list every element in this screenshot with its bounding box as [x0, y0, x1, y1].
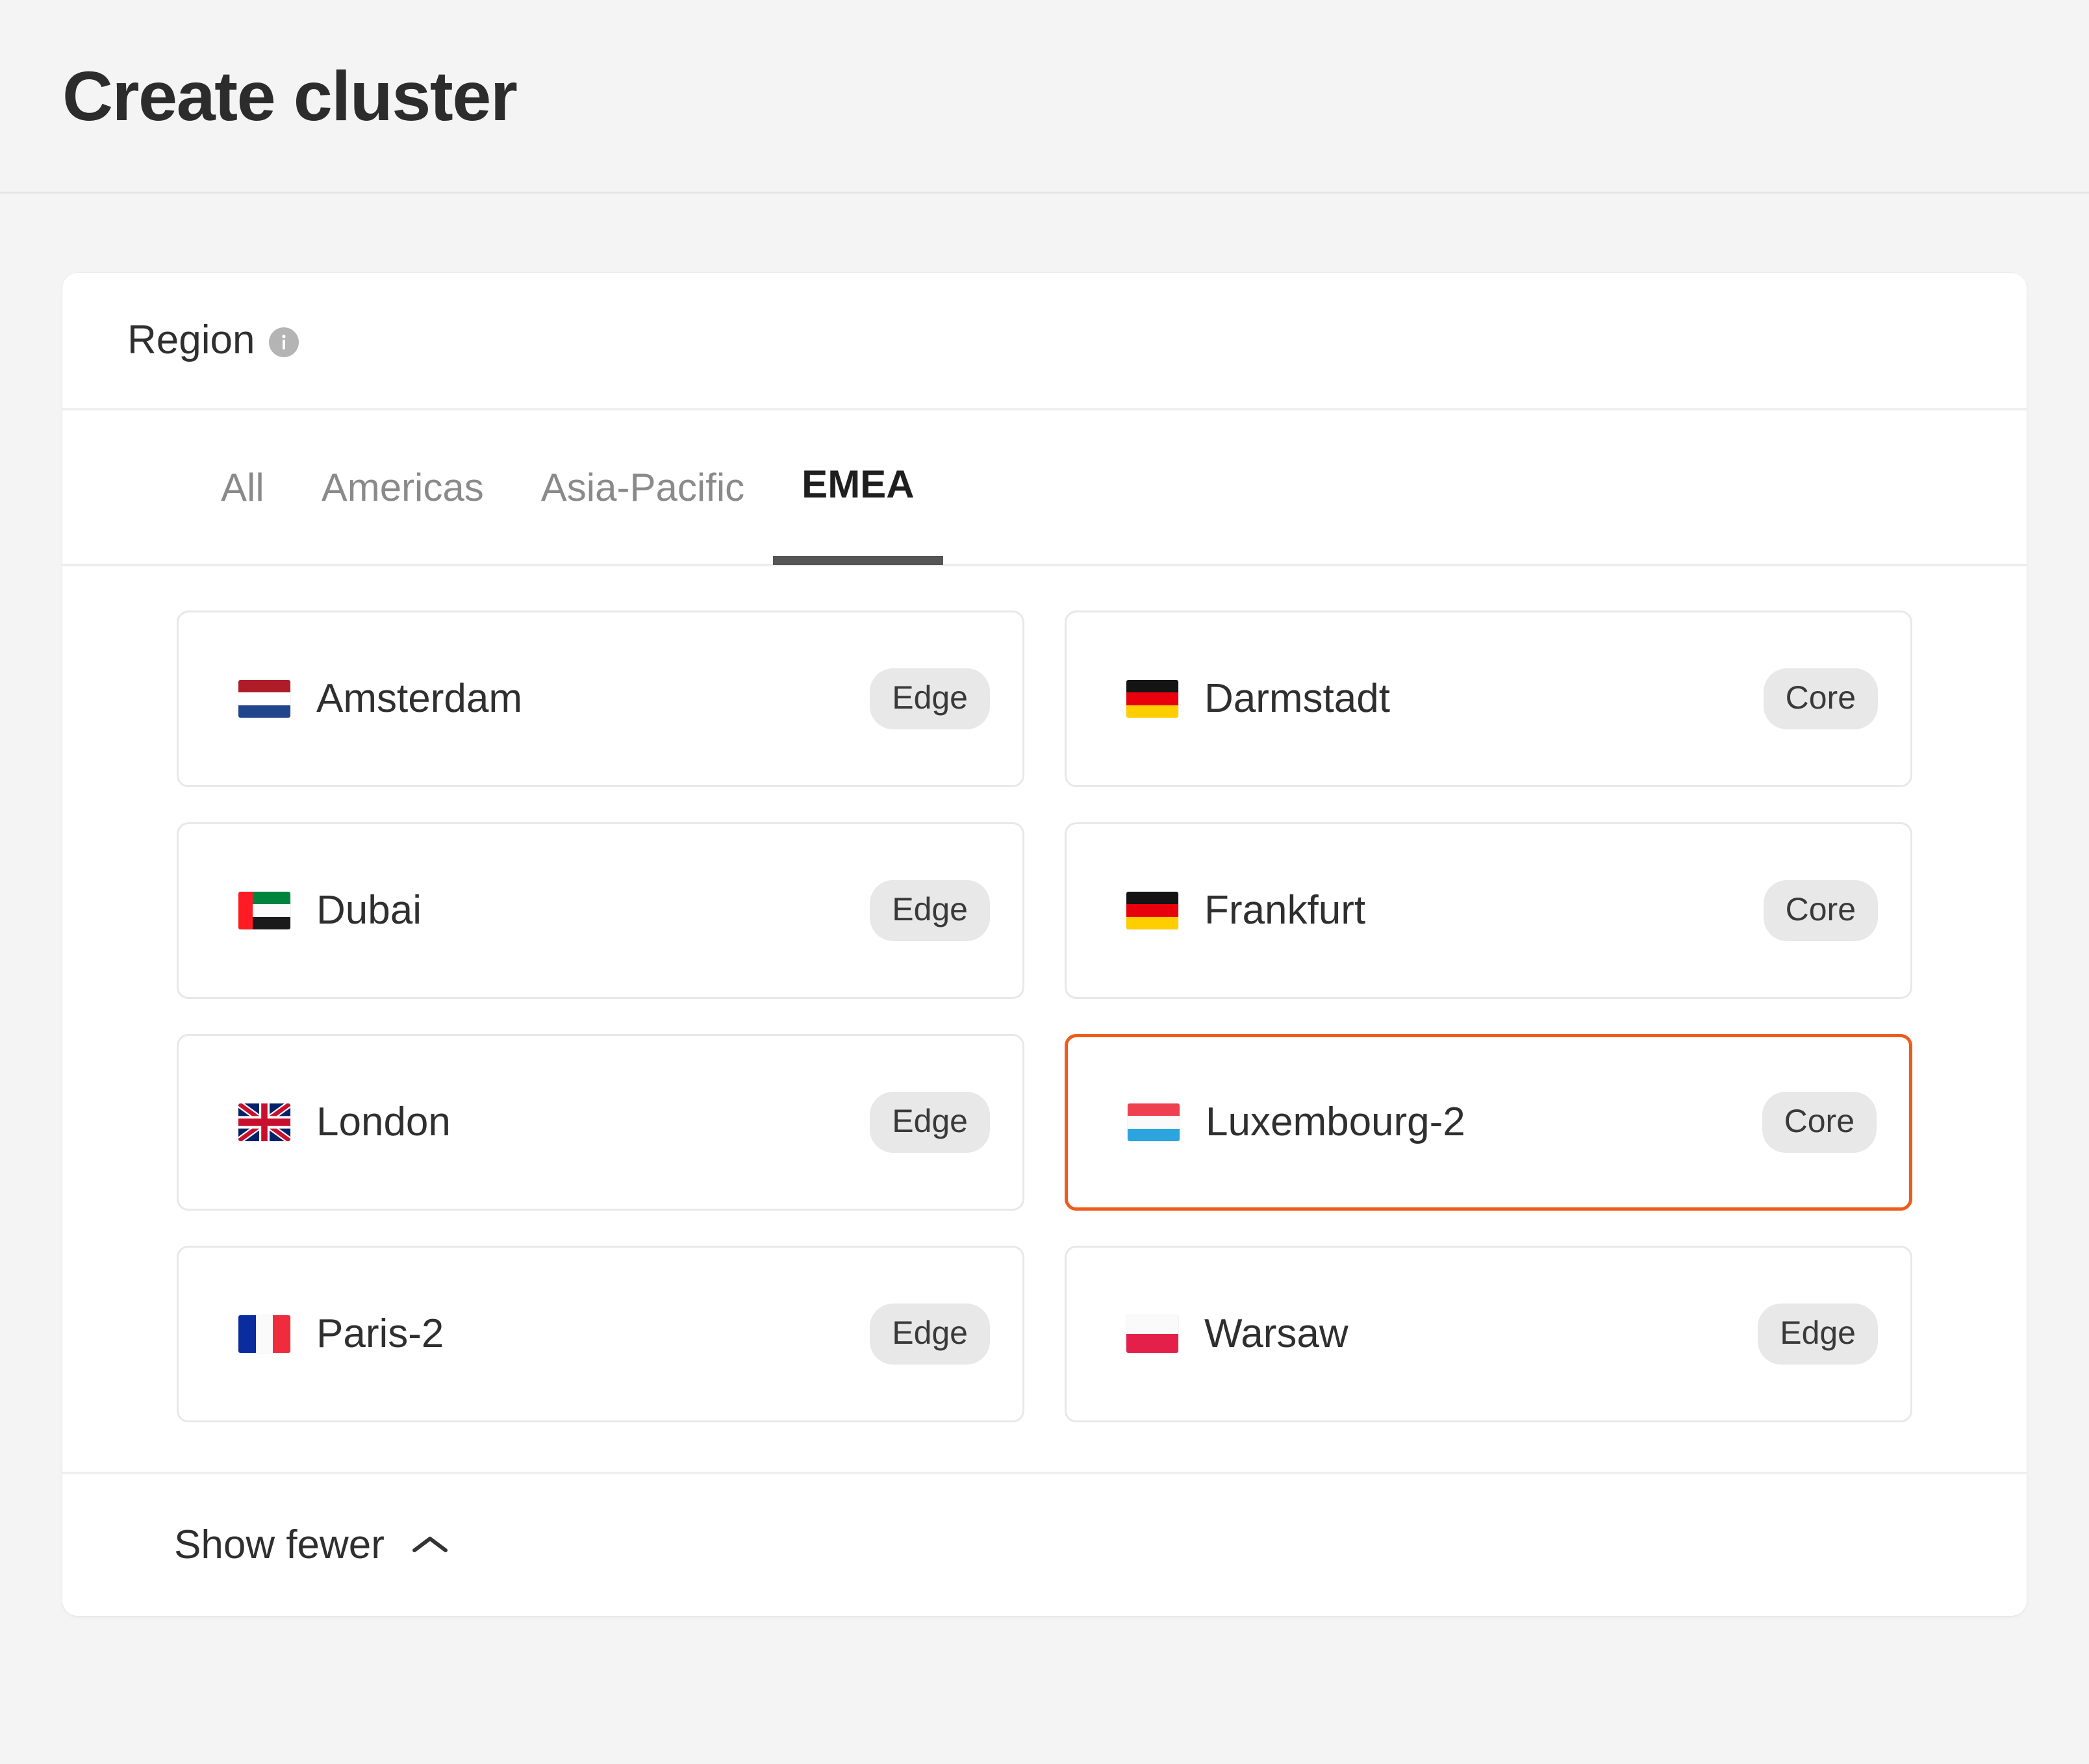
- region-name: Dubai: [316, 890, 422, 931]
- info-icon[interactable]: [269, 327, 299, 357]
- region-grid-area: Amsterdam Edge Darmstadt Core: [62, 566, 2027, 1474]
- region-tabs: All Americas Asia-Pacific EMEA: [62, 410, 2027, 566]
- region-tier-badge: Core: [1764, 880, 1878, 941]
- region-card-footer: Show fewer: [62, 1474, 2027, 1616]
- region-option-content: Warsaw: [1126, 1314, 1758, 1354]
- region-name: Frankfurt: [1204, 890, 1365, 931]
- region-option-amsterdam[interactable]: Amsterdam Edge: [177, 611, 1024, 787]
- region-name: Amsterdam: [316, 679, 522, 719]
- uae-flag-icon: [238, 892, 290, 929]
- uk-flag-icon: [238, 1103, 290, 1141]
- tab-all[interactable]: All: [192, 410, 293, 564]
- region-option-content: Dubai: [238, 890, 870, 931]
- region-option-luxembourg-2[interactable]: Luxembourg-2 Core: [1065, 1034, 1912, 1211]
- luxembourg-flag-icon: [1128, 1103, 1180, 1141]
- region-option-content: Amsterdam: [238, 679, 870, 719]
- region-tier-badge: Edge: [870, 880, 990, 941]
- netherlands-flag-icon: [238, 680, 290, 718]
- tab-americas[interactable]: Americas: [293, 410, 513, 564]
- show-fewer-button[interactable]: Show fewer: [174, 1525, 449, 1565]
- region-name: Darmstadt: [1204, 679, 1390, 719]
- chevron-up-icon: [411, 1533, 449, 1557]
- page-header: Create cluster: [0, 0, 2089, 194]
- region-option-london[interactable]: London Edge: [177, 1034, 1024, 1211]
- region-tier-badge: Core: [1762, 1092, 1877, 1153]
- tab-emea[interactable]: EMEA: [773, 412, 943, 565]
- region-label-row: Region: [62, 273, 2027, 410]
- region-grid: Amsterdam Edge Darmstadt Core: [177, 611, 1912, 1422]
- germany-flag-icon: [1126, 680, 1178, 718]
- poland-flag-icon: [1126, 1315, 1178, 1353]
- region-name: Paris-2: [316, 1314, 444, 1354]
- region-option-dubai[interactable]: Dubai Edge: [177, 822, 1024, 999]
- region-tier-badge: Core: [1764, 668, 1878, 729]
- main-content: Region All Americas Asia-Pacific EMEA: [0, 194, 2089, 1616]
- region-tier-badge: Edge: [870, 1092, 990, 1153]
- region-option-content: Paris-2: [238, 1314, 870, 1354]
- region-option-content: Frankfurt: [1126, 890, 1764, 931]
- region-option-frankfurt[interactable]: Frankfurt Core: [1065, 822, 1912, 999]
- region-option-content: Luxembourg-2: [1128, 1102, 1762, 1142]
- germany-flag-icon: [1126, 892, 1178, 929]
- region-option-paris-2[interactable]: Paris-2 Edge: [177, 1246, 1024, 1422]
- region-option-darmstadt[interactable]: Darmstadt Core: [1065, 611, 1912, 787]
- region-card-panel: Region All Americas Asia-Pacific EMEA: [62, 273, 2027, 1616]
- region-name: Warsaw: [1204, 1314, 1348, 1354]
- region-name: Luxembourg-2: [1206, 1102, 1465, 1142]
- show-fewer-label: Show fewer: [174, 1525, 385, 1565]
- region-tier-badge: Edge: [870, 668, 990, 729]
- tab-asia-pacific[interactable]: Asia-Pacific: [513, 410, 773, 564]
- region-option-content: Darmstadt: [1126, 679, 1764, 719]
- region-name: London: [316, 1102, 451, 1142]
- region-tier-badge: Edge: [870, 1304, 990, 1365]
- region-option-warsaw[interactable]: Warsaw Edge: [1065, 1246, 1912, 1422]
- region-label: Region: [127, 320, 255, 360]
- france-flag-icon: [238, 1315, 290, 1353]
- region-tier-badge: Edge: [1758, 1304, 1878, 1365]
- page-title: Create cluster: [62, 61, 516, 131]
- region-option-content: London: [238, 1102, 870, 1142]
